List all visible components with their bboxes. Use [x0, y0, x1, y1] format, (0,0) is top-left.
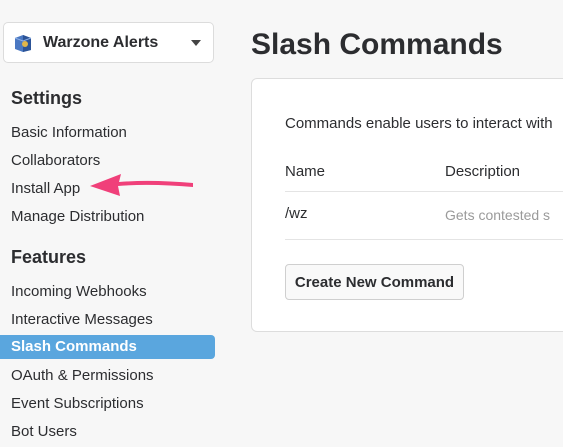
sidebar-item-interactive-messages[interactable]: Interactive Messages [11, 311, 153, 328]
slash-commands-card: Commands enable users to interact with N… [251, 78, 563, 332]
table-header-name: Name [285, 163, 326, 180]
annotation-arrow-icon [90, 174, 193, 196]
features-section-title: Features [11, 247, 87, 267]
sidebar-item-install-app[interactable]: Install App [11, 180, 80, 197]
sidebar-item-oauth-permissions[interactable]: OAuth & Permissions [11, 367, 154, 384]
table-divider [285, 239, 563, 240]
sidebar-item-incoming-webhooks[interactable]: Incoming Webhooks [11, 283, 147, 300]
command-description: Gets contested s [445, 207, 551, 223]
create-new-command-button[interactable]: Create New Command [285, 264, 464, 300]
settings-section-title: Settings [11, 88, 83, 108]
sidebar-item-basic-information[interactable]: Basic Information [11, 124, 127, 141]
app-switcher[interactable]: Warzone Alerts [3, 22, 214, 63]
app-logo-icon [12, 32, 34, 54]
sidebar-item-event-subscriptions[interactable]: Event Subscriptions [11, 395, 144, 412]
app-name: Warzone Alerts [43, 33, 159, 51]
page-title: Slash Commands [251, 28, 503, 61]
command-name[interactable]: /wz [285, 205, 308, 222]
sidebar-item-slash-commands[interactable]: Slash Commands [0, 335, 215, 359]
intro-text: Commands enable users to interact with [285, 115, 553, 132]
table-header-description: Description [445, 163, 521, 180]
chevron-down-icon [191, 40, 201, 46]
sidebar-item-manage-distribution[interactable]: Manage Distribution [11, 208, 144, 225]
sidebar-item-bot-users[interactable]: Bot Users [11, 423, 77, 440]
sidebar-item-collaborators[interactable]: Collaborators [11, 152, 100, 169]
table-divider [285, 191, 563, 192]
